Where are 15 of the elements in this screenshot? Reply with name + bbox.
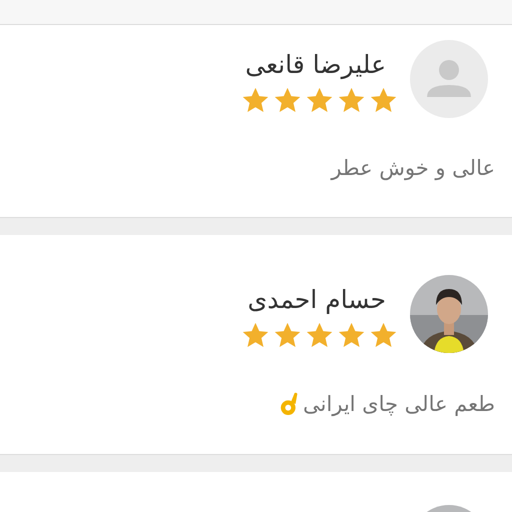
reviewer-name: علیرضا قانعی	[245, 49, 387, 82]
star-icon	[273, 86, 302, 115]
star-icon	[369, 321, 398, 350]
avatar-placeholder-icon	[410, 40, 488, 118]
review-comment: طعم عالی چای ایرانی	[303, 392, 495, 416]
star-icon	[305, 321, 334, 350]
star-icon	[337, 86, 366, 115]
star-icon	[337, 321, 366, 350]
reviewer-name: حسام احمدی	[248, 284, 387, 316]
star-icon	[305, 86, 334, 115]
star-icon	[369, 86, 398, 115]
star-icon	[241, 86, 270, 115]
review-comment: عالی و خوش عطر	[331, 156, 495, 180]
star-icon	[241, 321, 270, 350]
star-icon	[273, 321, 302, 350]
